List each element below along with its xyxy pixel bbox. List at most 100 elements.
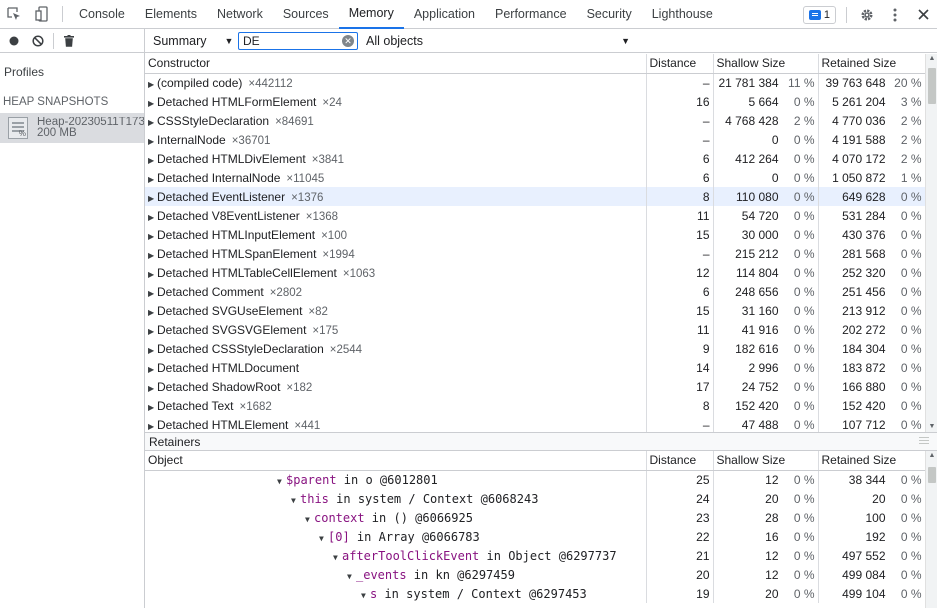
constructor-row[interactable]: ▶ InternalNode ×36701 – 0 0 % 4 191 588 2 %	[145, 130, 926, 149]
collapse-triangle-icon[interactable]: ▼	[361, 591, 368, 600]
expand-triangle-icon[interactable]: ▶	[148, 175, 155, 184]
tab-security[interactable]: Security	[577, 0, 642, 29]
collect-garbage-trash-icon[interactable]	[57, 29, 81, 53]
column-header-distance[interactable]: Distance	[646, 54, 714, 74]
scroll-thumb[interactable]	[928, 467, 936, 483]
retainer-row[interactable]: ▼ $parent in o @6012801 25 12 0 % 38 344 0 %	[145, 470, 926, 489]
column-header-constructor[interactable]: Constructor	[145, 54, 647, 74]
scroll-up-arrow-icon[interactable]: ▲	[926, 451, 937, 461]
expand-triangle-icon[interactable]: ▶	[148, 422, 155, 431]
tab-elements[interactable]: Elements	[135, 0, 207, 29]
retainer-row[interactable]: ▼ this in system / Context @6068243 24 20 0 …	[145, 489, 926, 508]
expand-triangle-icon[interactable]: ▶	[148, 156, 155, 165]
constructor-row[interactable]: ▶ Detached Text ×1682 8 152 420 0 % 152 420 0 %	[145, 396, 926, 415]
constructor-row[interactable]: ▶ Detached HTMLElement ×441–47 488 0 % 107 7…	[145, 415, 926, 432]
expand-triangle-icon[interactable]: ▶	[148, 118, 155, 127]
device-toolbar-icon[interactable]	[28, 0, 56, 29]
column-header-retained-size[interactable]: Retained Size	[818, 451, 926, 471]
constructor-row[interactable]: ▶ CSSStyleDeclaration ×84691–4 768 428 2 % 4…	[145, 111, 926, 130]
column-header-shallow-size[interactable]: Shallow Size	[713, 54, 819, 74]
column-header-object[interactable]: Object	[145, 451, 647, 471]
issues-counter-button[interactable]: 1	[802, 5, 836, 24]
constructor-row[interactable]: ▶ Detached ShadowRoot ×182 17 24 752 0 % 166 8…	[145, 377, 926, 396]
more-options-kebab-icon[interactable]	[881, 0, 909, 29]
expand-triangle-icon[interactable]: ▶	[148, 270, 155, 279]
constructor-row[interactable]: ▶ Detached EventListener ×1376 8 110 080 0 % 6…	[145, 187, 926, 206]
constructor-row[interactable]: ▶ Detached HTMLDocument 14 2 996 0 % 183 872 0…	[145, 358, 926, 377]
constructor-row[interactable]: ▶ Detached HTMLTableCellElement ×1063 12 114…	[145, 263, 926, 282]
column-header-retained-size[interactable]: Retained Size	[818, 54, 926, 74]
tab-console[interactable]: Console	[69, 0, 135, 29]
collapse-triangle-icon[interactable]: ▼	[277, 477, 284, 486]
constructor-name: Detached HTMLFormElement	[157, 94, 317, 109]
constructor-row[interactable]: ▶ Detached HTMLSpanElement ×1994 – 215 212 0 …	[145, 244, 926, 263]
tab-performance[interactable]: Performance	[485, 0, 577, 29]
constructor-row[interactable]: ▶ Detached HTMLFormElement ×24 16 5 664 0 % 5 …	[145, 92, 926, 111]
shallow-size-cell: 12 0 %	[713, 546, 819, 565]
constructor-row[interactable]: ▶ Detached HTMLDivElement ×3841 6 412 264 0 %…	[145, 149, 926, 168]
retainers-grid-scrollbar[interactable]: ▲	[925, 451, 937, 608]
scroll-down-arrow-icon[interactable]: ▼	[926, 422, 937, 432]
tab-memory[interactable]: Memory	[338, 0, 404, 29]
tab-lighthouse[interactable]: Lighthouse	[642, 0, 723, 29]
constructor-name: Detached Text	[157, 398, 234, 413]
expand-triangle-icon[interactable]: ▶	[148, 346, 155, 355]
collapse-triangle-icon[interactable]: ▼	[291, 496, 298, 505]
constructor-grid-scrollbar[interactable]: ▲ ▼	[925, 54, 937, 432]
constructor-row[interactable]: ▶ Detached SVGUseElement ×82 15 31 160 0 % 213…	[145, 301, 926, 320]
class-filter-input[interactable]	[243, 33, 333, 48]
collapse-triangle-icon[interactable]: ▼	[347, 572, 354, 581]
constructor-row[interactable]: ▶ Detached V8EventListener ×1368 11 54 720 0 …	[145, 206, 926, 225]
constructor-row[interactable]: ▶ Detached SVGSVGElement ×175 11 41 916 0 % 20…	[145, 320, 926, 339]
expand-triangle-icon[interactable]: ▶	[148, 137, 155, 146]
column-header-shallow-size[interactable]: Shallow Size	[713, 451, 819, 471]
clear-all-profiles-icon[interactable]	[26, 29, 50, 53]
record-heap-snapshot-icon[interactable]	[2, 29, 26, 53]
retainer-row[interactable]: ▼ s in system / Context @6297453 19 20 0 % 49…	[145, 584, 926, 603]
retained-size-value: 497 552	[842, 548, 886, 563]
shallow-size-cell: 4 768 428 2 %	[713, 111, 819, 130]
clear-filter-icon[interactable]: ✕	[342, 34, 354, 47]
tab-network[interactable]: Network	[207, 0, 273, 29]
collapse-triangle-icon[interactable]: ▼	[333, 553, 340, 562]
resize-grip-icon[interactable]	[919, 437, 929, 438]
objects-filter-select[interactable]: All objects ▼	[366, 34, 630, 48]
expand-triangle-icon[interactable]: ▶	[148, 365, 155, 374]
expand-triangle-icon[interactable]: ▶	[148, 289, 155, 298]
expand-triangle-icon[interactable]: ▶	[148, 384, 155, 393]
tab-sources[interactable]: Sources	[273, 0, 339, 29]
collapse-triangle-icon[interactable]: ▼	[319, 534, 326, 543]
constructor-row[interactable]: ▶ Detached Comment ×2802 6 248 656 0 % 251 456…	[145, 282, 926, 301]
expand-triangle-icon[interactable]: ▶	[148, 99, 155, 108]
constructor-row[interactable]: ▶ Detached CSSStyleDeclaration ×2544 9 182 6…	[145, 339, 926, 358]
retainer-row[interactable]: ▼ context in () @6066925 23 28 0 % 100 0 %	[145, 508, 926, 527]
constructor-name: Detached HTMLInputElement	[157, 227, 316, 242]
expand-triangle-icon[interactable]: ▶	[148, 403, 155, 412]
constructor-row[interactable]: ▶ Detached HTMLInputElement ×100 15 30 000 0 …	[145, 225, 926, 244]
heap-snapshot-item[interactable]: Heap-20230511T1733 200 MB	[0, 113, 144, 143]
expand-triangle-icon[interactable]: ▶	[148, 232, 155, 241]
expand-triangle-icon[interactable]: ▶	[148, 80, 155, 89]
expand-triangle-icon[interactable]: ▶	[148, 327, 155, 336]
constructor-row[interactable]: ▶ Detached InternalNode ×11045 6 0 0 % 1 050 8…	[145, 168, 926, 187]
retainer-row[interactable]: ▼ [0] in Array @6066783 22 16 0 % 192 0 %	[145, 527, 926, 546]
collapse-triangle-icon[interactable]: ▼	[305, 515, 312, 524]
constructor-row[interactable]: ▶ (compiled code) ×442112–21 781 384 11 % 39…	[145, 73, 926, 92]
scroll-up-arrow-icon[interactable]: ▲	[926, 54, 937, 64]
retainer-row[interactable]: ▼ _events in kn @6297459 20 12 0 % 499 084 0 %	[145, 565, 926, 584]
expand-triangle-icon[interactable]: ▶	[148, 213, 155, 222]
inspect-element-icon[interactable]	[0, 0, 28, 29]
retainers-panel-header[interactable]: Retainers	[145, 432, 937, 451]
tab-application[interactable]: Application	[404, 0, 485, 29]
retainer-separator: in	[377, 586, 407, 601]
expand-triangle-icon[interactable]: ▶	[148, 308, 155, 317]
settings-gear-icon[interactable]	[853, 0, 881, 29]
expand-triangle-icon[interactable]: ▶	[148, 251, 155, 260]
scroll-thumb[interactable]	[928, 68, 936, 104]
retainer-row[interactable]: ▼ afterToolClickEvent in Object @6297737 2…	[145, 546, 926, 565]
column-header-distance[interactable]: Distance	[646, 451, 714, 471]
close-devtools-icon[interactable]	[909, 0, 937, 29]
expand-triangle-icon[interactable]: ▶	[148, 194, 155, 203]
instance-count: ×175	[312, 324, 339, 337]
perspective-select[interactable]: Summary ▼	[153, 34, 234, 48]
